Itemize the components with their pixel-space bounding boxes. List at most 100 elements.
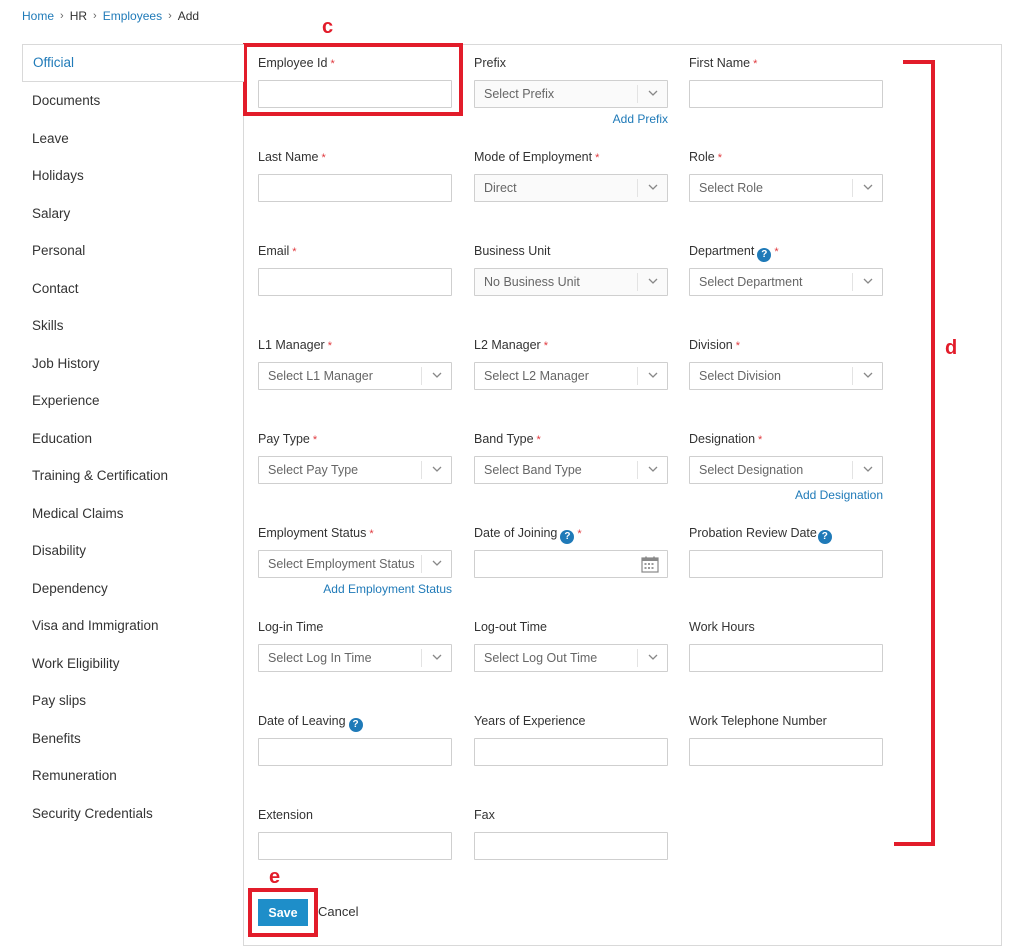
sidebar-item-security-credentials[interactable]: Security Credentials <box>22 795 244 833</box>
role-select[interactable]: Select Role <box>689 174 883 202</box>
help-icon[interactable]: ? <box>817 530 832 544</box>
email-input[interactable] <box>258 268 452 296</box>
prefix-label: Prefix <box>474 56 506 70</box>
first-name-label: First Name <box>689 56 751 70</box>
logout-time-select[interactable]: Select Log Out Time <box>474 644 668 672</box>
calendar-icon[interactable] <box>641 556 659 576</box>
sidebar-item-benefits[interactable]: Benefits <box>22 720 244 758</box>
mode-of-employment-select[interactable]: Direct <box>474 174 668 202</box>
date-of-leaving-input[interactable] <box>258 738 452 766</box>
sidebar-item-experience[interactable]: Experience <box>22 382 244 420</box>
sidebar-item-personal[interactable]: Personal <box>22 232 244 270</box>
annotation-label-c: c <box>322 16 334 38</box>
logout-time-label: Log-out Time <box>474 620 547 634</box>
pay-type-select[interactable]: Select Pay Type <box>258 456 452 484</box>
sidebar-item-training-certification[interactable]: Training & Certification <box>22 457 244 495</box>
business-unit-select[interactable]: No Business Unit <box>474 268 668 296</box>
work-hours-label: Work Hours <box>689 620 755 634</box>
years-of-experience-input[interactable] <box>474 738 668 766</box>
fax-input[interactable] <box>474 832 668 860</box>
employment-status-select[interactable]: Select Employment Status <box>258 550 452 578</box>
sidebar-item-documents[interactable]: Documents <box>22 82 244 120</box>
years-of-experience-field: Years of Experience <box>474 712 668 766</box>
sidebar-item-remuneration[interactable]: Remuneration <box>22 757 244 795</box>
department-select[interactable]: Select Department <box>689 268 883 296</box>
l2-manager-select[interactable]: Select L2 Manager <box>474 362 668 390</box>
chevron-down-icon <box>637 649 667 667</box>
breadcrumb-employees-link[interactable]: Employees <box>103 9 162 23</box>
annotation-bracket-bottom <box>894 842 935 846</box>
division-value: Select Division <box>699 369 781 383</box>
breadcrumb-separator: › <box>168 10 172 22</box>
email-label: Email <box>258 244 290 258</box>
department-label: Department <box>689 244 755 258</box>
sidebar-item-education[interactable]: Education <box>22 420 244 458</box>
breadcrumb-home-link[interactable]: Home <box>22 9 54 23</box>
chevron-down-icon <box>421 649 451 667</box>
add-designation-link[interactable]: Add Designation <box>795 488 883 502</box>
required-marker: * <box>543 340 548 352</box>
sidebar-item-dependency[interactable]: Dependency <box>22 570 244 608</box>
work-hours-input[interactable] <box>689 644 883 672</box>
annotation-bracket-vertical <box>931 60 935 846</box>
annotation-label-e: e <box>269 866 281 888</box>
required-marker: * <box>577 528 582 540</box>
extension-input[interactable] <box>258 832 452 860</box>
date-of-joining-input[interactable] <box>474 550 668 578</box>
required-marker: * <box>774 246 779 258</box>
sidebar-item-skills[interactable]: Skills <box>22 307 244 345</box>
date-of-leaving-field: Date of Leaving? <box>258 712 452 766</box>
sidebar-item-pay-slips[interactable]: Pay slips <box>22 682 244 720</box>
add-prefix-link[interactable]: Add Prefix <box>613 112 668 126</box>
band-type-field: Band Type * Select Band Type <box>474 430 668 484</box>
help-icon[interactable]: ? <box>757 248 772 262</box>
last-name-input[interactable] <box>258 174 452 202</box>
division-select[interactable]: Select Division <box>689 362 883 390</box>
l1-manager-field: L1 Manager * Select L1 Manager <box>258 336 452 390</box>
mode-of-employment-field: Mode of Employment * Direct <box>474 148 668 202</box>
prefix-field: Prefix Select Prefix Add Prefix <box>474 54 668 126</box>
employment-status-value: Select Employment Status <box>268 557 415 571</box>
band-type-value: Select Band Type <box>484 463 582 477</box>
chevron-down-icon <box>852 273 882 291</box>
login-time-value: Select Log In Time <box>268 651 372 665</box>
required-marker: * <box>735 340 741 352</box>
sidebar-item-job-history[interactable]: Job History <box>22 345 244 383</box>
last-name-field: Last Name * <box>258 148 452 202</box>
l1-manager-label: L1 Manager <box>258 338 325 352</box>
designation-value: Select Designation <box>699 463 804 477</box>
login-time-select[interactable]: Select Log In Time <box>258 644 452 672</box>
sidebar-item-medical-claims[interactable]: Medical Claims <box>22 495 244 533</box>
breadcrumb-separator: › <box>60 10 64 22</box>
sidebar-item-visa-immigration[interactable]: Visa and Immigration <box>22 607 244 645</box>
help-icon[interactable]: ? <box>560 530 575 544</box>
chevron-down-icon <box>421 461 451 479</box>
designation-label: Designation <box>689 432 756 446</box>
sidebar-item-leave[interactable]: Leave <box>22 120 244 158</box>
l1-manager-select[interactable]: Select L1 Manager <box>258 362 452 390</box>
first-name-input[interactable] <box>689 80 883 108</box>
sidebar-item-official[interactable]: Official <box>22 44 244 82</box>
add-employment-status-link[interactable]: Add Employment Status <box>323 582 452 596</box>
work-telephone-input[interactable] <box>689 738 883 766</box>
division-field: Division * Select Division <box>689 336 883 390</box>
designation-select[interactable]: Select Designation <box>689 456 883 484</box>
prefix-select[interactable]: Select Prefix <box>474 80 668 108</box>
probation-review-date-input[interactable] <box>689 550 883 578</box>
prefix-select-value: Select Prefix <box>484 87 555 101</box>
required-marker: * <box>753 58 758 70</box>
breadcrumb-separator: › <box>93 10 97 22</box>
sidebar-item-salary[interactable]: Salary <box>22 195 244 233</box>
sidebar-item-work-eligibility[interactable]: Work Eligibility <box>22 645 244 683</box>
band-type-select[interactable]: Select Band Type <box>474 456 668 484</box>
breadcrumb-current: Add <box>177 9 200 23</box>
cancel-link[interactable]: Cancel <box>318 904 358 919</box>
sidebar-item-holidays[interactable]: Holidays <box>22 157 244 195</box>
sidebar-item-contact[interactable]: Contact <box>22 270 244 308</box>
mode-of-employment-value: Direct <box>484 181 517 195</box>
sidebar-item-disability[interactable]: Disability <box>22 532 244 570</box>
business-unit-field: Business Unit No Business Unit <box>474 242 668 296</box>
login-time-label: Log-in Time <box>258 620 324 634</box>
help-icon[interactable]: ? <box>348 718 363 732</box>
l2-manager-field: L2 Manager * Select L2 Manager <box>474 336 668 390</box>
